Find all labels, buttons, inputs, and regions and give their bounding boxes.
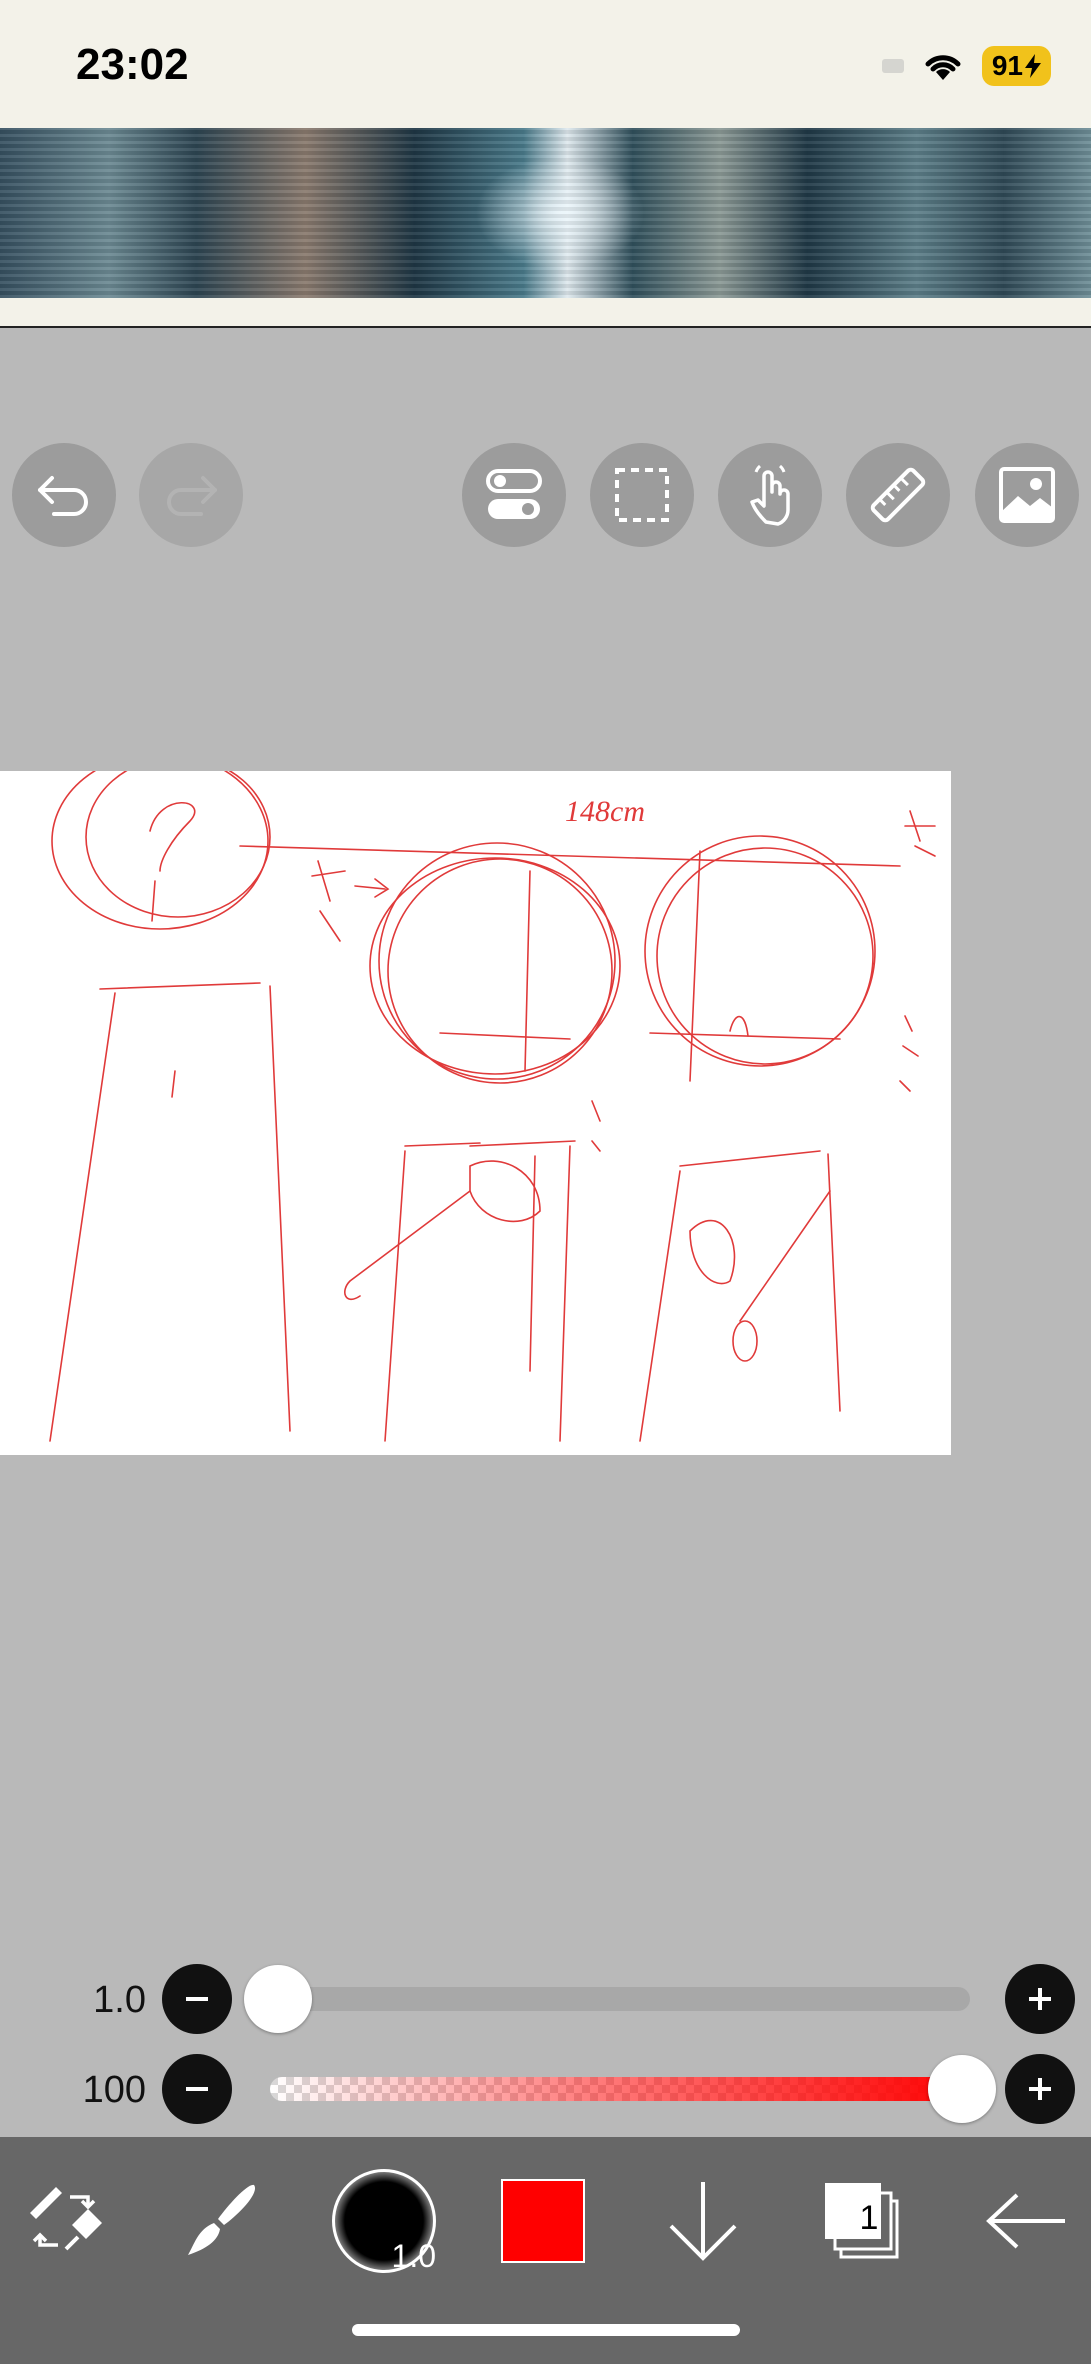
brush-tool-button[interactable] [160, 2161, 280, 2281]
opacity-track[interactable] [270, 2077, 970, 2101]
opacity-thumb[interactable] [928, 2055, 996, 2123]
canvas-note: 148cm [565, 795, 645, 828]
gesture-button[interactable] [718, 443, 822, 547]
arrow-down-icon [669, 2182, 737, 2261]
brush-size-slider[interactable]: 1.0 [0, 1959, 1091, 2039]
ruler-button[interactable] [846, 443, 950, 547]
swap-tools-icon [30, 2187, 102, 2251]
brush-size-badge: 1.0 [391, 2238, 436, 2274]
image-button[interactable] [975, 443, 1079, 547]
undo-icon [38, 476, 88, 516]
redo-icon [167, 476, 217, 516]
opacity-decrease-button[interactable] [162, 2054, 232, 2124]
opacity-slider[interactable]: 100 [0, 2049, 1091, 2129]
opacity-value: 100 [82, 2069, 146, 2111]
minus-icon [186, 1997, 208, 2001]
charging-bolt-icon [1025, 54, 1041, 78]
back-button[interactable] [966, 2161, 1086, 2281]
toggle-button[interactable] [462, 443, 566, 547]
minus-icon [186, 2087, 208, 2091]
pen-eraser-switch-button[interactable] [4, 2161, 124, 2281]
brush-size-track[interactable] [270, 1987, 970, 2011]
ad-banner[interactable] [0, 128, 1091, 298]
sketch-layer: 148cm [49, 752, 936, 1442]
cellular-icon [881, 59, 904, 73]
status-time: 23:02 [76, 40, 189, 89]
redo-button[interactable] [139, 443, 243, 547]
image-icon [999, 467, 1055, 523]
battery-indicator: 91 [981, 46, 1051, 86]
selection-icon [615, 468, 669, 522]
brush-size-preview-button[interactable]: 1.0 [324, 2161, 444, 2281]
home-indicator [352, 2324, 740, 2336]
plus-icon [1029, 1988, 1051, 2010]
toggle-icon [486, 469, 542, 519]
selection-button[interactable] [590, 443, 694, 547]
battery-level: 91 [991, 50, 1023, 81]
color-picker-button[interactable] [483, 2161, 603, 2281]
hand-gesture-icon [750, 464, 790, 526]
arrow-left-icon [986, 2193, 1065, 2249]
brush-icon [188, 2184, 256, 2255]
layers-button[interactable]: 1 [803, 2161, 923, 2281]
ruler-icon [870, 467, 926, 523]
brush-size-decrease-button[interactable] [162, 1964, 232, 2034]
status-bar: 23:02 91 [0, 0, 1091, 128]
color-swatch [501, 2179, 585, 2263]
download-button[interactable] [643, 2161, 763, 2281]
wifi-icon [925, 55, 961, 80]
drawing-canvas[interactable]: 148cm [0, 752, 951, 1455]
undo-button[interactable] [12, 443, 116, 547]
brush-size-increase-button[interactable] [1005, 1964, 1075, 2034]
brush-size-thumb[interactable] [244, 1965, 312, 2033]
layer-count: 1 [859, 2199, 879, 2237]
opacity-increase-button[interactable] [1005, 2054, 1075, 2124]
brush-size-value: 1.0 [93, 1979, 146, 2021]
plus-icon [1029, 2078, 1051, 2100]
banner-divider [0, 298, 1091, 328]
